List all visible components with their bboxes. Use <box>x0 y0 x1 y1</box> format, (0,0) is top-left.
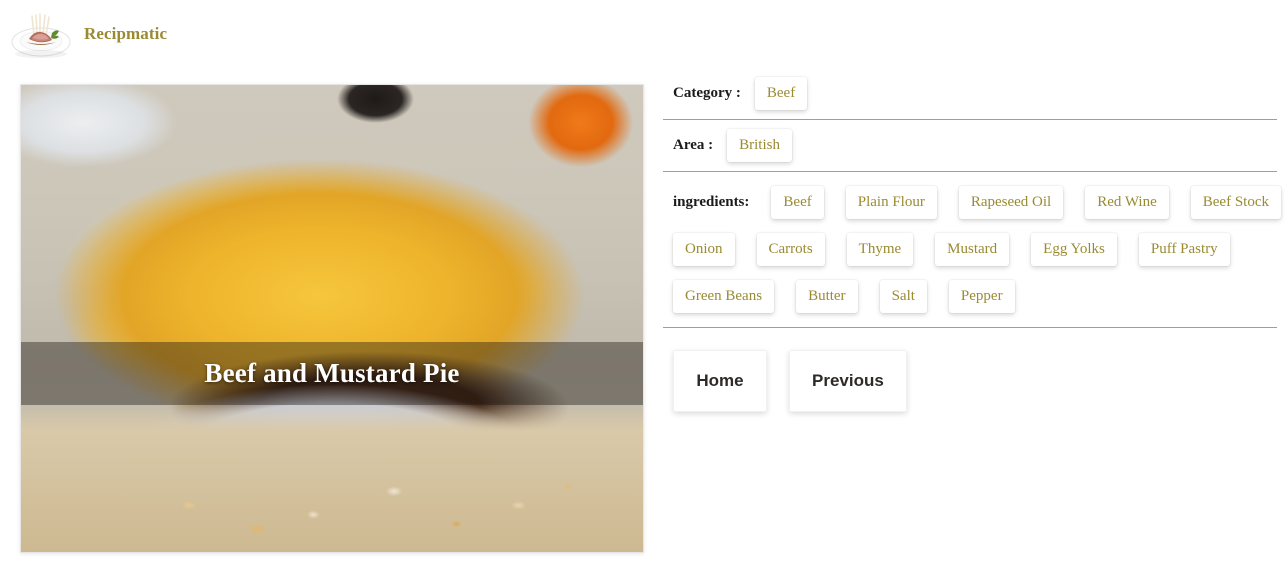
ingredient-chip[interactable]: Salt <box>879 280 927 313</box>
ingredient-chip[interactable]: Plain Flour <box>845 186 937 219</box>
beef-and-mustard-pie-photo <box>21 85 643 552</box>
lamb-rack-plate-logo-icon[interactable] <box>10 6 72 62</box>
area-row: Area : British <box>663 120 1277 172</box>
ingredients-section: ingredients: Beef Plain Flour Rapeseed O… <box>663 172 1281 328</box>
page-title: Beef and Mustard Pie <box>204 358 460 388</box>
category-chip[interactable]: Beef <box>754 77 808 110</box>
action-buttons: Home Previous <box>663 328 1277 412</box>
ingredient-chip[interactable]: Beef <box>771 186 824 219</box>
ingredient-chip[interactable]: Red Wine <box>1085 186 1169 219</box>
home-button[interactable]: Home <box>673 350 767 412</box>
ingredient-chip[interactable]: Green Beans <box>673 280 775 313</box>
ingredient-chip[interactable]: Puff Pastry <box>1138 233 1230 266</box>
ingredients-row-3: Green Beans Butter Salt Pepper <box>673 280 1277 313</box>
ingredient-chip[interactable]: Butter <box>796 280 858 313</box>
ingredient-chip[interactable]: Pepper <box>948 280 1015 313</box>
ingredient-chip[interactable]: Carrots <box>756 233 825 266</box>
ingredients-row-2: Onion Carrots Thyme Mustard Egg Yolks Pu… <box>673 233 1277 266</box>
ingredient-chip[interactable]: Beef Stock <box>1190 186 1281 219</box>
recipe-title-band: Beef and Mustard Pie <box>21 342 643 405</box>
category-row: Category : Beef <box>663 68 1277 120</box>
top-navbar: Recipmatic <box>0 0 1285 68</box>
ingredients-row-1: ingredients: Beef Plain Flour Rapeseed O… <box>673 186 1281 219</box>
ingredient-chip[interactable]: Rapeseed Oil <box>958 186 1064 219</box>
recipe-image-column: Beef and Mustard Pie <box>20 84 644 553</box>
area-chip[interactable]: British <box>727 129 792 162</box>
ingredient-chip[interactable]: Egg Yolks <box>1031 233 1117 266</box>
recipe-details-column: Category : Beef Area : British ingredien… <box>663 68 1281 561</box>
ingredients-label: ingredients: <box>673 194 750 210</box>
page-content: Beef and Mustard Pie Category : Beef Are… <box>0 68 1285 561</box>
recipe-image-card: Beef and Mustard Pie <box>20 84 644 553</box>
ingredient-chip[interactable]: Onion <box>673 233 735 266</box>
category-label: Category : <box>673 85 741 101</box>
ingredient-chip[interactable]: Thyme <box>846 233 914 266</box>
brand-title[interactable]: Recipmatic <box>84 24 167 44</box>
previous-button[interactable]: Previous <box>789 350 907 412</box>
area-label: Area : <box>673 137 714 153</box>
ingredient-chip[interactable]: Mustard <box>935 233 1010 266</box>
